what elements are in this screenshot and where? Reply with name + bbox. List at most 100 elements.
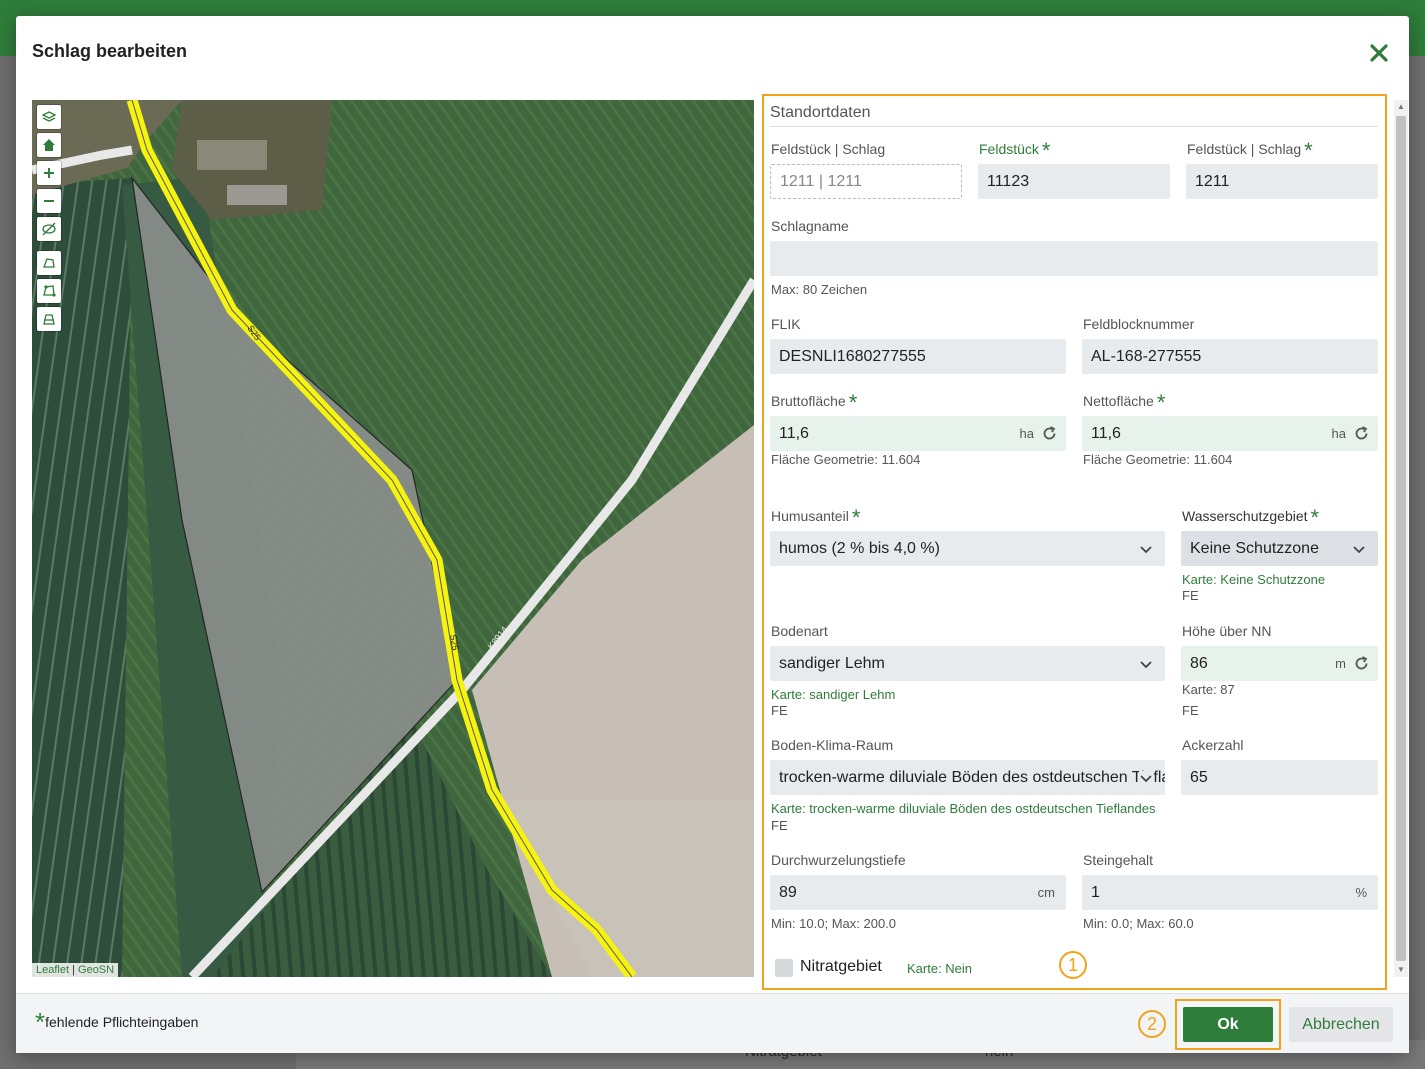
- annotation-marker-2: 2: [1138, 1010, 1166, 1038]
- attribution-separator: |: [72, 964, 75, 976]
- brutto-value: 11,6: [779, 425, 809, 442]
- feldstueck-label: Feldstück *: [979, 138, 1051, 163]
- brutto-input[interactable]: 11,6 ha: [770, 416, 1066, 451]
- bkr-map-hint: Karte: trocken-warme diluviale Böden des…: [771, 801, 1156, 816]
- edit-field-dialog: Schlag bearbeiten S25 S25 K8914 Leaflet …: [16, 16, 1409, 1053]
- bodenart-map-hint: Karte: sandiger Lehm: [771, 687, 896, 702]
- chevron-down-icon: [1353, 546, 1365, 554]
- ackerzahl-label: Ackerzahl: [1182, 737, 1244, 753]
- netto-value: 11,6: [1091, 425, 1121, 442]
- stein-input[interactable]: 1 %: [1082, 875, 1378, 910]
- feldstueck-schlag-readonly: 1211 | 1211: [770, 164, 962, 199]
- stein-unit: %: [1355, 885, 1367, 900]
- feldblock-input[interactable]: AL-168-277555: [1082, 339, 1378, 374]
- chevron-down-icon: [1140, 546, 1152, 554]
- netto-input[interactable]: 11,6 ha: [1082, 416, 1378, 451]
- nitrat-hint: Karte: Nein: [907, 961, 973, 976]
- humus-label: Humusanteil *: [771, 505, 861, 530]
- ok-button[interactable]: Ok: [1183, 1007, 1273, 1042]
- feldstueck-schlag-label: Feldstück | Schlag: [771, 141, 886, 157]
- schlagname-label: Schlagname: [771, 218, 849, 234]
- polygon-cut-icon[interactable]: [37, 307, 61, 331]
- nitrat-checkbox[interactable]: [775, 959, 793, 977]
- map-toolbar: [37, 105, 61, 335]
- zoom-out-icon[interactable]: [37, 189, 61, 213]
- dialog-title: Schlag bearbeiten: [32, 41, 188, 61]
- bodenart-source-hint: FE: [771, 703, 788, 718]
- polygon-edit-icon[interactable]: [37, 279, 61, 303]
- ackerzahl-input[interactable]: 65: [1181, 760, 1378, 795]
- required-note: *fehlende Pflichteingaben: [35, 1007, 199, 1037]
- humus-value: humos (2 % bis 4,0 %): [779, 540, 940, 557]
- close-icon[interactable]: [1366, 40, 1392, 66]
- wurzel-unit: cm: [1037, 885, 1055, 900]
- hide-icon[interactable]: [37, 217, 61, 241]
- stein-hint: Min: 0.0; Max: 60.0: [1083, 916, 1194, 931]
- schlag-input[interactable]: 1211: [1186, 164, 1378, 199]
- geosn-link[interactable]: GeoSN: [78, 964, 114, 976]
- hoehe-source-hint: FE: [1182, 703, 1199, 718]
- wasser-select[interactable]: Keine Schutzzone: [1181, 531, 1378, 566]
- feldblock-label: Feldblocknummer: [1083, 316, 1195, 332]
- humus-select[interactable]: humos (2 % bis 4,0 %): [770, 531, 1165, 566]
- hoehe-value: 86: [1190, 655, 1208, 672]
- bodenart-value: sandiger Lehm: [779, 655, 885, 672]
- annotation-marker-1: 1: [1059, 951, 1087, 979]
- section-divider: [770, 126, 1378, 127]
- schlagname-input[interactable]: [770, 241, 1378, 276]
- brutto-label: Bruttofläche *: [771, 390, 858, 415]
- zoom-in-icon[interactable]: [37, 161, 61, 185]
- wasser-source-hint: FE: [1182, 588, 1199, 603]
- netto-hint: Fläche Geometrie: 11.604: [1083, 452, 1233, 467]
- schlag-label: Feldstück | Schlag *: [1187, 138, 1313, 163]
- hoehe-label: Höhe über NN: [1182, 623, 1272, 639]
- chevron-down-icon: [1140, 661, 1152, 669]
- nitrat-label: Nitratgebiet: [800, 958, 882, 975]
- stein-value: 1: [1091, 884, 1100, 901]
- location-data-form: Standortdaten Feldstück | Schlag 1211 | …: [762, 94, 1387, 990]
- form-scrollbar[interactable]: ▲ ▼: [1394, 100, 1408, 977]
- refresh-icon[interactable]: [1041, 425, 1058, 442]
- wurzel-value: 89: [779, 884, 797, 901]
- home-icon[interactable]: [37, 133, 61, 157]
- feldstueck-input[interactable]: 11123: [978, 164, 1170, 199]
- scroll-down-icon[interactable]: ▼: [1397, 965, 1405, 974]
- aerial-imagery: S25 S25 K8914: [32, 100, 754, 977]
- stein-label: Steingehalt: [1083, 852, 1154, 868]
- cancel-button[interactable]: Abbrechen: [1289, 1007, 1393, 1042]
- wasser-map-hint: Karte: Keine Schutzzone: [1182, 572, 1326, 587]
- polygon-draw-icon[interactable]: [37, 251, 61, 275]
- hoehe-map-hint: Karte: 87: [1182, 682, 1235, 697]
- wasser-value: Keine Schutzzone: [1190, 540, 1319, 557]
- refresh-icon[interactable]: [1353, 655, 1370, 672]
- dialog-footer: *fehlende Pflichteingaben 2 Ok Abbrechen: [16, 993, 1409, 1053]
- section-title: Standortdaten: [770, 104, 871, 121]
- flik-label: FLIK: [771, 316, 801, 332]
- scrollbar-thumb[interactable]: [1396, 116, 1406, 961]
- bkr-value: trocken-warme diluviale Böden des ostdeu…: [779, 769, 1165, 786]
- bodenart-select[interactable]: sandiger Lehm: [770, 646, 1165, 681]
- map-view[interactable]: S25 S25 K8914 Leaflet | GeoSN: [32, 100, 754, 977]
- hoehe-input[interactable]: 86 m: [1181, 646, 1378, 681]
- brutto-hint: Fläche Geometrie: 11.604: [771, 452, 921, 467]
- refresh-icon[interactable]: [1353, 425, 1370, 442]
- flik-input[interactable]: DESNLI1680277555: [770, 339, 1066, 374]
- wurzel-hint: Min: 10.0; Max: 200.0: [771, 916, 897, 931]
- netto-label: Nettofläche *: [1083, 390, 1166, 415]
- bodenart-label: Bodenart: [771, 623, 828, 639]
- layers-icon[interactable]: [37, 105, 61, 129]
- map-attribution: Leaflet | GeoSN: [32, 963, 119, 977]
- scroll-up-icon[interactable]: ▲: [1397, 102, 1405, 111]
- leaflet-link[interactable]: Leaflet: [36, 964, 69, 976]
- wasser-label: Wasserschutzgebiet *: [1182, 505, 1320, 530]
- wurzel-input[interactable]: 89 cm: [770, 875, 1066, 910]
- schlagname-hint: Max: 80 Zeichen: [771, 282, 868, 297]
- bkr-source-hint: FE: [771, 818, 788, 833]
- bkr-select[interactable]: trocken-warme diluviale Böden des ostdeu…: [770, 760, 1165, 795]
- netto-unit: ha: [1331, 426, 1346, 441]
- bkr-label: Boden-Klima-Raum: [771, 737, 894, 753]
- wurzel-label: Durchwurzelungstiefe: [771, 852, 906, 868]
- hoehe-unit: m: [1335, 656, 1346, 671]
- chevron-down-icon: [1139, 771, 1153, 785]
- brutto-unit: ha: [1019, 426, 1034, 441]
